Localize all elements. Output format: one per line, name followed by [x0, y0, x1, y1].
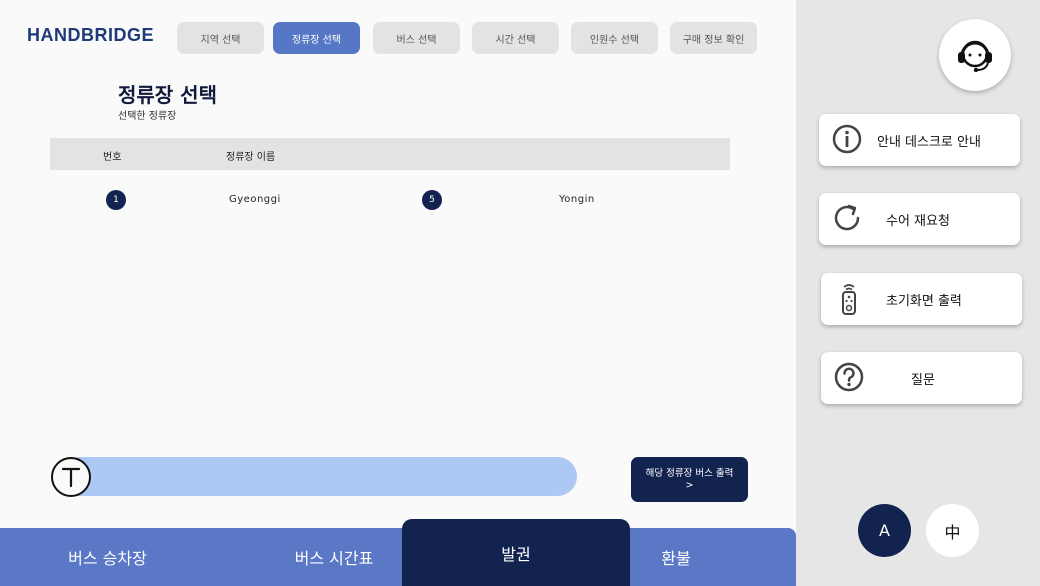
stop-name: Yongin: [559, 194, 595, 205]
table-row[interactable]: 1 Gyeonggi 5 Yongin: [50, 186, 730, 214]
stop-number-badge: 5: [422, 190, 442, 210]
question-button[interactable]: 질문: [821, 352, 1022, 404]
step-confirm[interactable]: 구매 정보 확인: [670, 22, 757, 54]
question-icon: [834, 362, 864, 392]
guide-desk-button[interactable]: 안내 데스크로 안내: [819, 114, 1020, 166]
page-subtitle: 선택한 정류장: [118, 111, 177, 122]
header-stop-name: 정류장 이름: [226, 152, 276, 163]
tab-ticketing[interactable]: 발권: [402, 519, 630, 586]
step-bus[interactable]: 버스 선택: [373, 22, 460, 54]
guide-desk-label: 안내 데스크로 안내: [877, 135, 981, 150]
stop-name: Gyeonggi: [229, 194, 281, 205]
tab-refund[interactable]: 환불: [630, 528, 722, 586]
refresh-icon: [834, 204, 860, 231]
page-title: 정류장 선택: [118, 83, 217, 107]
language-english-button[interactable]: A: [858, 504, 911, 557]
text-icon[interactable]: [51, 457, 91, 497]
tab-bus-platform[interactable]: 버스 승차장: [0, 528, 215, 586]
home-print-label: 초기화면 출력: [886, 294, 962, 309]
bottom-nav: 버스 승차장 버스 시간표 발권 환불: [0, 519, 796, 586]
home-print-button[interactable]: 초기화면 출력: [821, 273, 1022, 325]
remote-icon: [842, 284, 856, 315]
kiosk-screen: HANDBRIDGE 지역 선택 정류장 선택 버스 선택 시간 선택 인원수 …: [0, 0, 1040, 586]
language-chinese-button[interactable]: 中: [926, 504, 979, 557]
table-header: 번호 정류장 이름: [50, 138, 730, 170]
step-stop[interactable]: 정류장 선택: [273, 22, 360, 54]
print-stop-buses-button[interactable]: 해당 정류장 버스 출력 >: [631, 457, 748, 502]
stop-number-badge: 1: [106, 190, 126, 210]
sign-language-retry-label: 수어 재요청: [886, 214, 950, 229]
info-icon: [832, 124, 862, 154]
sign-language-retry-button[interactable]: 수어 재요청: [819, 193, 1020, 245]
main-panel: HANDBRIDGE 지역 선택 정류장 선택 버스 선택 시간 선택 인원수 …: [0, 0, 796, 586]
step-region[interactable]: 지역 선택: [177, 22, 264, 54]
text-input-bar[interactable]: [60, 457, 577, 496]
step-people[interactable]: 인원수 선택: [571, 22, 658, 54]
step-time[interactable]: 시간 선택: [472, 22, 559, 54]
question-label: 질문: [911, 373, 935, 388]
header-number: 번호: [103, 152, 122, 163]
logo: HANDBRIDGE: [27, 25, 155, 45]
headset-icon[interactable]: [939, 19, 1011, 91]
